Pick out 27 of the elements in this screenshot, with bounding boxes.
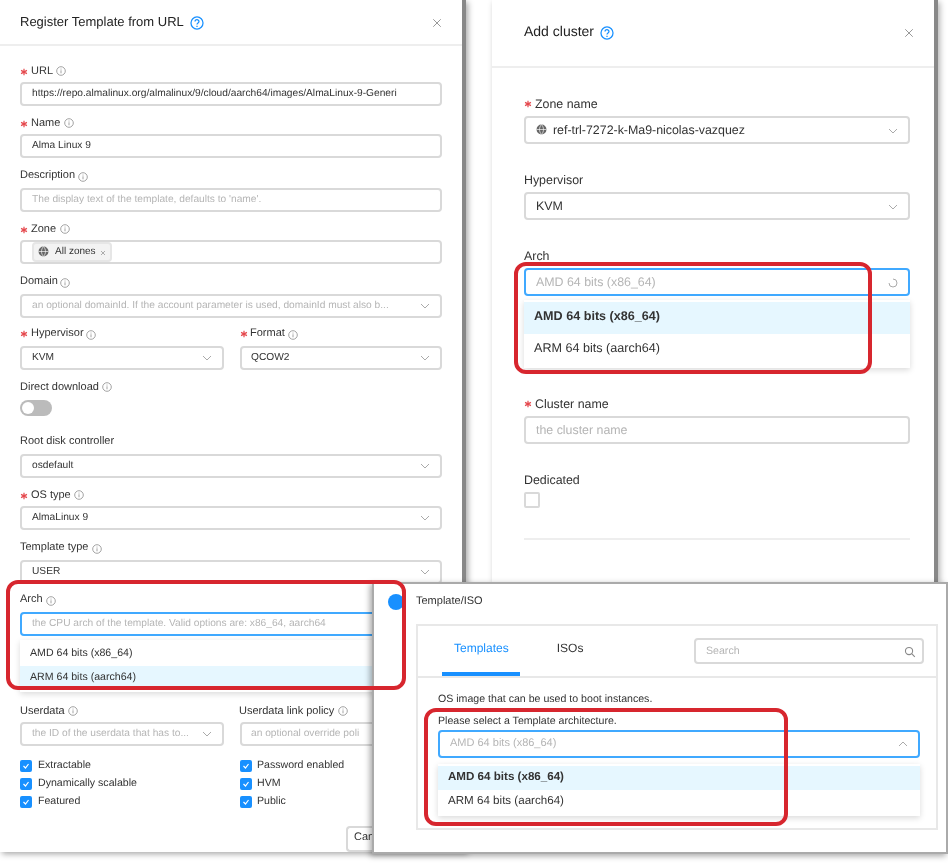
chevron-up-icon [898, 740, 908, 748]
chevron-down-icon [420, 514, 430, 523]
help-icon[interactable] [189, 15, 204, 29]
toggle-switch[interactable] [20, 400, 52, 417]
checkbox[interactable] [239, 777, 251, 790]
checkbox[interactable] [20, 795, 32, 808]
chevron-down-icon [420, 461, 430, 470]
loading-icon [888, 277, 898, 287]
chevron-down-icon [888, 201, 898, 211]
chevron-down-icon [420, 301, 430, 310]
chevron-down-icon [888, 125, 898, 135]
checkbox[interactable] [20, 759, 32, 772]
checkbox[interactable] [20, 777, 32, 790]
remove-icon[interactable] [99, 249, 106, 256]
search-icon[interactable] [904, 645, 916, 657]
checkbox[interactable] [239, 759, 251, 772]
globe-icon [38, 246, 49, 258]
close-icon[interactable] [904, 28, 914, 38]
help-icon[interactable] [600, 26, 615, 40]
checkbox[interactable] [239, 795, 251, 808]
chevron-down-icon [420, 353, 430, 362]
chevron-down-icon [201, 353, 211, 362]
chevron-down-icon [201, 730, 211, 739]
step-dot-icon [388, 594, 404, 610]
globe-icon [536, 124, 547, 136]
chevron-down-icon [420, 567, 430, 576]
close-icon[interactable] [432, 17, 442, 27]
